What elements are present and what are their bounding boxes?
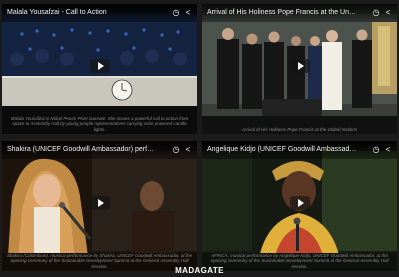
video-tile-malala[interactable]: Malala Yousafzai - Call to Action ◷ < Ma… <box>2 4 197 134</box>
play-button[interactable] <box>289 196 310 210</box>
tile-header: Arrival of His Holiness Pope Francis at … <box>202 4 397 22</box>
share-icon[interactable]: < <box>383 144 393 154</box>
video-tile-pope[interactable]: Arrival of His Holiness Pope Francis at … <box>202 4 397 134</box>
share-icon[interactable]: < <box>383 7 393 17</box>
footer-brand: MADAGATE <box>175 266 224 275</box>
video-caption: Arrival of His Holiness Pope Francis at … <box>241 126 358 132</box>
video-title[interactable]: Shakira (UNICEF Goodwill Ambassador) per… <box>7 145 157 154</box>
play-button[interactable] <box>89 196 110 210</box>
watch-later-icon[interactable]: ◷ <box>371 144 381 154</box>
video-grid: Malala Yousafzai - Call to Action ◷ < Ma… <box>0 0 399 277</box>
watch-later-icon[interactable]: ◷ <box>171 144 181 154</box>
watch-later-icon[interactable]: ◷ <box>171 7 181 17</box>
tile-header: Shakira (UNICEF Goodwill Ambassador) per… <box>2 141 197 159</box>
video-tile-kidjo[interactable]: Angelique Kidjo (UNICEF Goodwill Ambassa… <box>202 141 397 271</box>
video-title[interactable]: Angelique Kidjo (UNICEF Goodwill Ambassa… <box>207 145 357 154</box>
play-button[interactable] <box>89 59 110 73</box>
watch-later-icon[interactable]: ◷ <box>371 7 381 17</box>
video-title[interactable]: Arrival of His Holiness Pope Francis at … <box>207 8 357 17</box>
share-icon[interactable]: < <box>183 7 193 17</box>
play-button[interactable] <box>289 59 310 73</box>
video-tile-shakira[interactable]: Shakira (UNICEF Goodwill Ambassador) per… <box>2 141 197 271</box>
video-caption: Malala Yousafzai is Nobel Peace Prize la… <box>10 115 189 132</box>
video-title[interactable]: Malala Yousafzai - Call to Action <box>7 8 157 17</box>
tile-header: Angelique Kidjo (UNICEF Goodwill Ambassa… <box>202 141 397 159</box>
share-icon[interactable]: < <box>183 144 193 154</box>
tile-header: Malala Yousafzai - Call to Action ◷ < <box>2 4 197 22</box>
